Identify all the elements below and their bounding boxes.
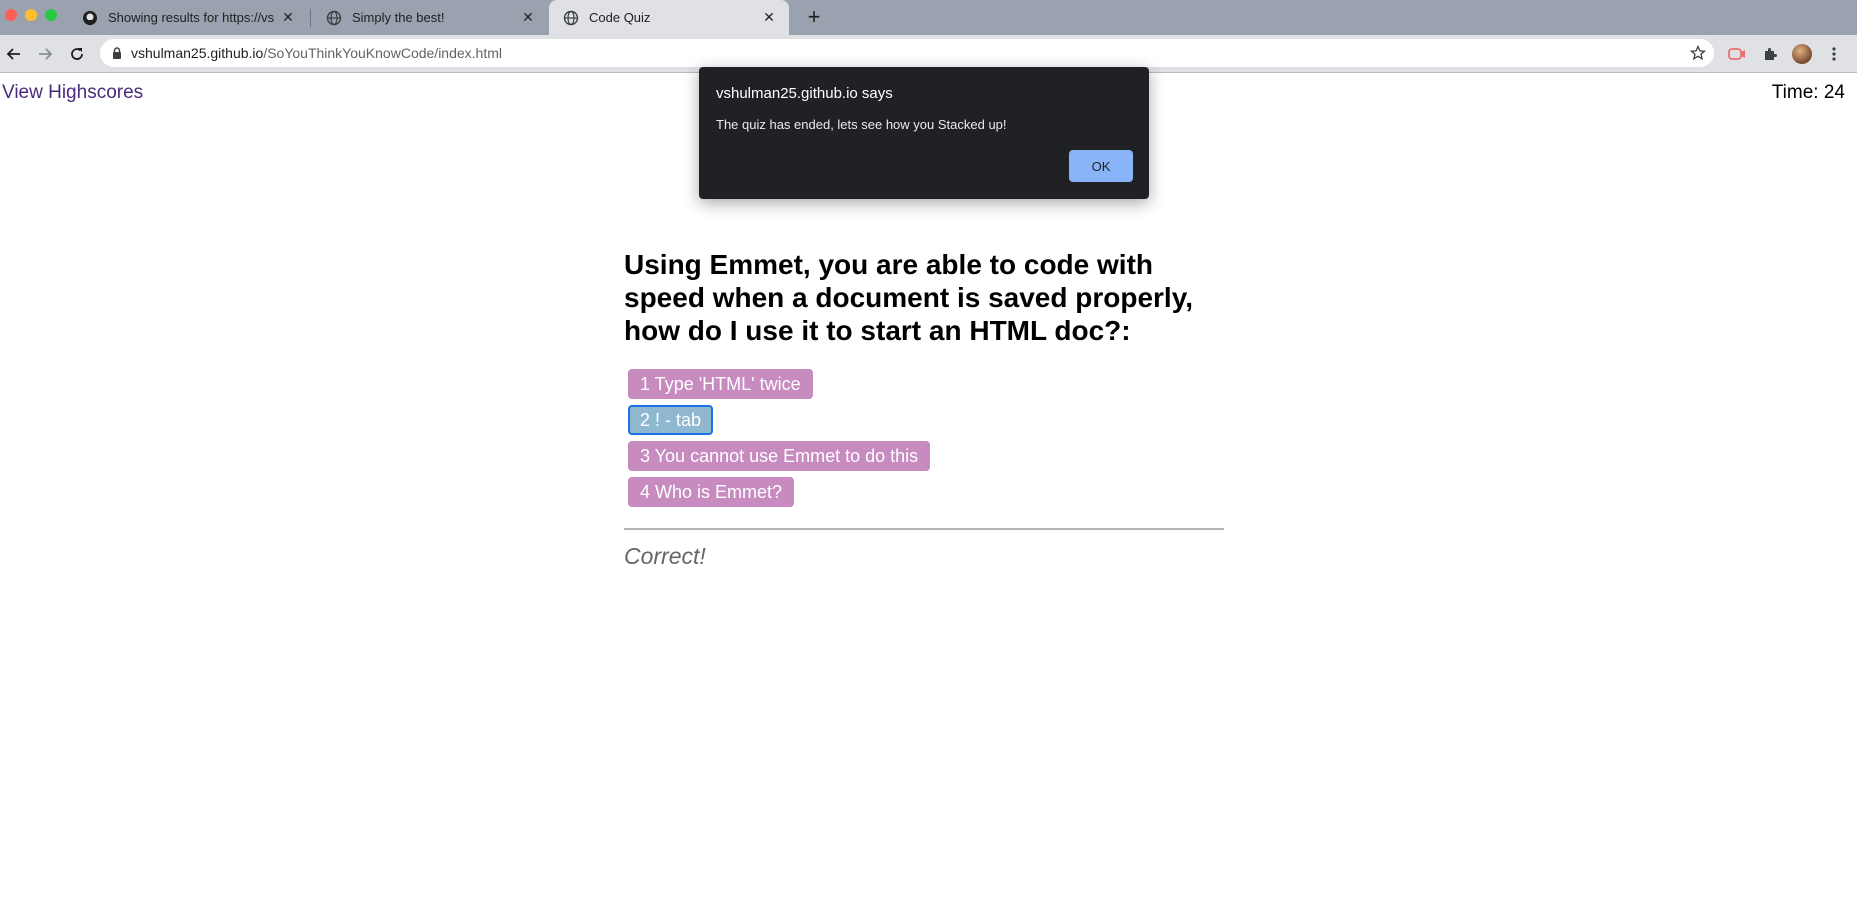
question-text: Using Emmet, you are able to code with s… xyxy=(624,249,1193,346)
globe-icon xyxy=(326,10,342,25)
alert-dialog: vshulman25.github.io says The quiz has e… xyxy=(699,67,1149,199)
divider xyxy=(624,528,1224,530)
timer: Time: 24 xyxy=(1771,82,1845,103)
forward-arrow-icon xyxy=(39,48,53,60)
view-highscores-link[interactable]: View Highscores xyxy=(2,82,143,104)
back-arrow-icon xyxy=(6,48,20,60)
answer-button-3[interactable]: 3 You cannot use Emmet to do this xyxy=(628,441,931,471)
answer-button-2[interactable]: 2 ! - tab xyxy=(628,405,714,435)
reload-button[interactable] xyxy=(66,43,88,65)
close-icon[interactable]: ✕ xyxy=(761,9,777,26)
alert-message: The quiz has ended, lets see how you Sta… xyxy=(716,117,1007,132)
tab-title: Showing results for https://vsh xyxy=(108,10,274,25)
forward-button[interactable] xyxy=(34,43,56,65)
back-button[interactable] xyxy=(3,43,25,65)
tab-simply-the-best[interactable]: Simply the best! ✕ xyxy=(312,0,548,35)
avatar xyxy=(1792,44,1812,64)
alert-title: vshulman25.github.io says xyxy=(716,85,893,102)
record-extension-icon xyxy=(1728,48,1745,60)
url-path: /SoYouThinkYouKnowCode/index.html xyxy=(263,45,502,61)
globe-icon xyxy=(563,10,579,25)
tab-github-search[interactable]: Showing results for https://vsh ✕ xyxy=(68,0,308,35)
extension-record-button[interactable] xyxy=(1726,43,1748,65)
close-icon[interactable]: ✕ xyxy=(520,9,536,26)
address-bar[interactable]: vshulman25.github.io/SoYouThinkYouKnowCo… xyxy=(100,39,1714,67)
extensions-button[interactable] xyxy=(1759,43,1781,65)
page-content: View Highscores Time: 24 Using Emmet, yo… xyxy=(0,73,1857,915)
quiz-container: Using Emmet, you are able to code with s… xyxy=(624,248,1224,569)
maximize-window-button[interactable] xyxy=(45,9,57,21)
browser-tab-strip: Showing results for https://vsh ✕ Simply… xyxy=(0,0,1857,35)
url-host: vshulman25.github.io xyxy=(131,45,264,61)
lock-icon xyxy=(113,47,121,59)
bookmark-star-icon[interactable] xyxy=(1690,45,1706,61)
feedback-text: Correct! xyxy=(624,543,706,569)
github-octocat-icon xyxy=(83,10,97,25)
browser-menu-button[interactable] xyxy=(1823,43,1845,65)
close-icon[interactable]: ✕ xyxy=(280,9,296,26)
ok-button[interactable]: OK xyxy=(1069,150,1133,182)
answer-button-4[interactable]: 4 Who is Emmet? xyxy=(628,477,795,507)
minimize-window-button[interactable] xyxy=(25,9,37,21)
kebab-menu-icon xyxy=(1832,47,1836,61)
tab-title: Simply the best! xyxy=(352,10,445,25)
tab-title: Code Quiz xyxy=(589,10,651,25)
puzzle-piece-icon xyxy=(1765,48,1777,60)
close-window-button[interactable] xyxy=(5,9,17,21)
new-tab-button[interactable]: + xyxy=(801,4,827,30)
tab-code-quiz[interactable]: Code Quiz ✕ xyxy=(549,0,789,35)
tab-divider xyxy=(310,9,311,27)
profile-button[interactable] xyxy=(1791,43,1813,65)
reload-icon xyxy=(71,48,83,60)
answer-button-1[interactable]: 1 Type 'HTML' twice xyxy=(628,369,813,399)
